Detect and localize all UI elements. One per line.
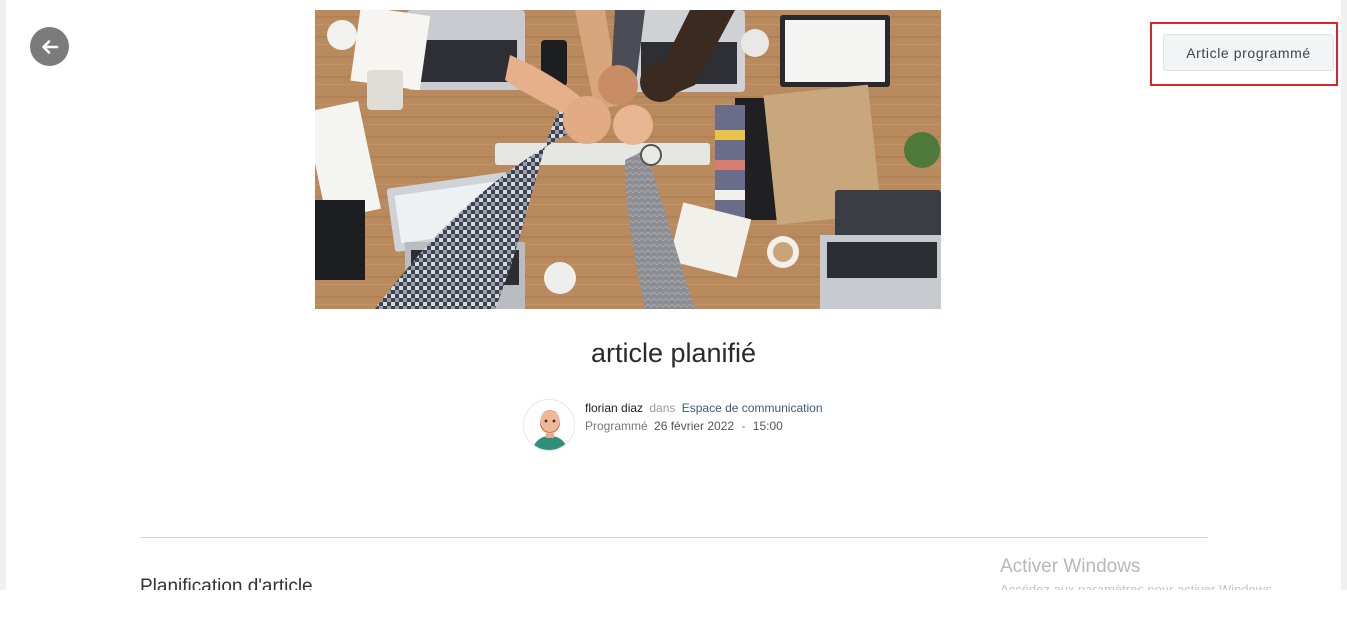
in-label: dans [649,401,676,415]
scheduled-article-button[interactable]: Article programmé [1163,34,1334,71]
arrow-left-icon [41,39,58,54]
bottom-strip [0,590,1347,627]
article-meta-schedule: Programmé 26 février 2022 - 15:00 [585,419,783,433]
schedule-separator: - [741,419,746,433]
content-divider [140,537,1208,538]
space-link[interactable]: Espace de communication [682,401,823,415]
author-name[interactable]: florian diaz [585,401,643,415]
article-meta-author: florian diaz dans Espace de communicatio… [585,401,823,415]
windows-activation-title: Activer Windows [1000,556,1141,577]
article-title: article planifié [590,338,757,368]
back-button[interactable] [30,27,69,66]
windows-activation-subtitle: Accédez aux paramètres pour activer Wind… [1000,582,1276,590]
article-page: Article programmé article planifié flori… [6,0,1341,590]
schedule-date: 26 février 2022 [654,419,735,433]
section-heading: Planification d'article [140,576,313,590]
schedule-time: 15:00 [752,419,783,433]
article-cover-image [315,10,941,309]
schedule-label: Programmé [585,419,648,433]
author-avatar [523,399,575,451]
